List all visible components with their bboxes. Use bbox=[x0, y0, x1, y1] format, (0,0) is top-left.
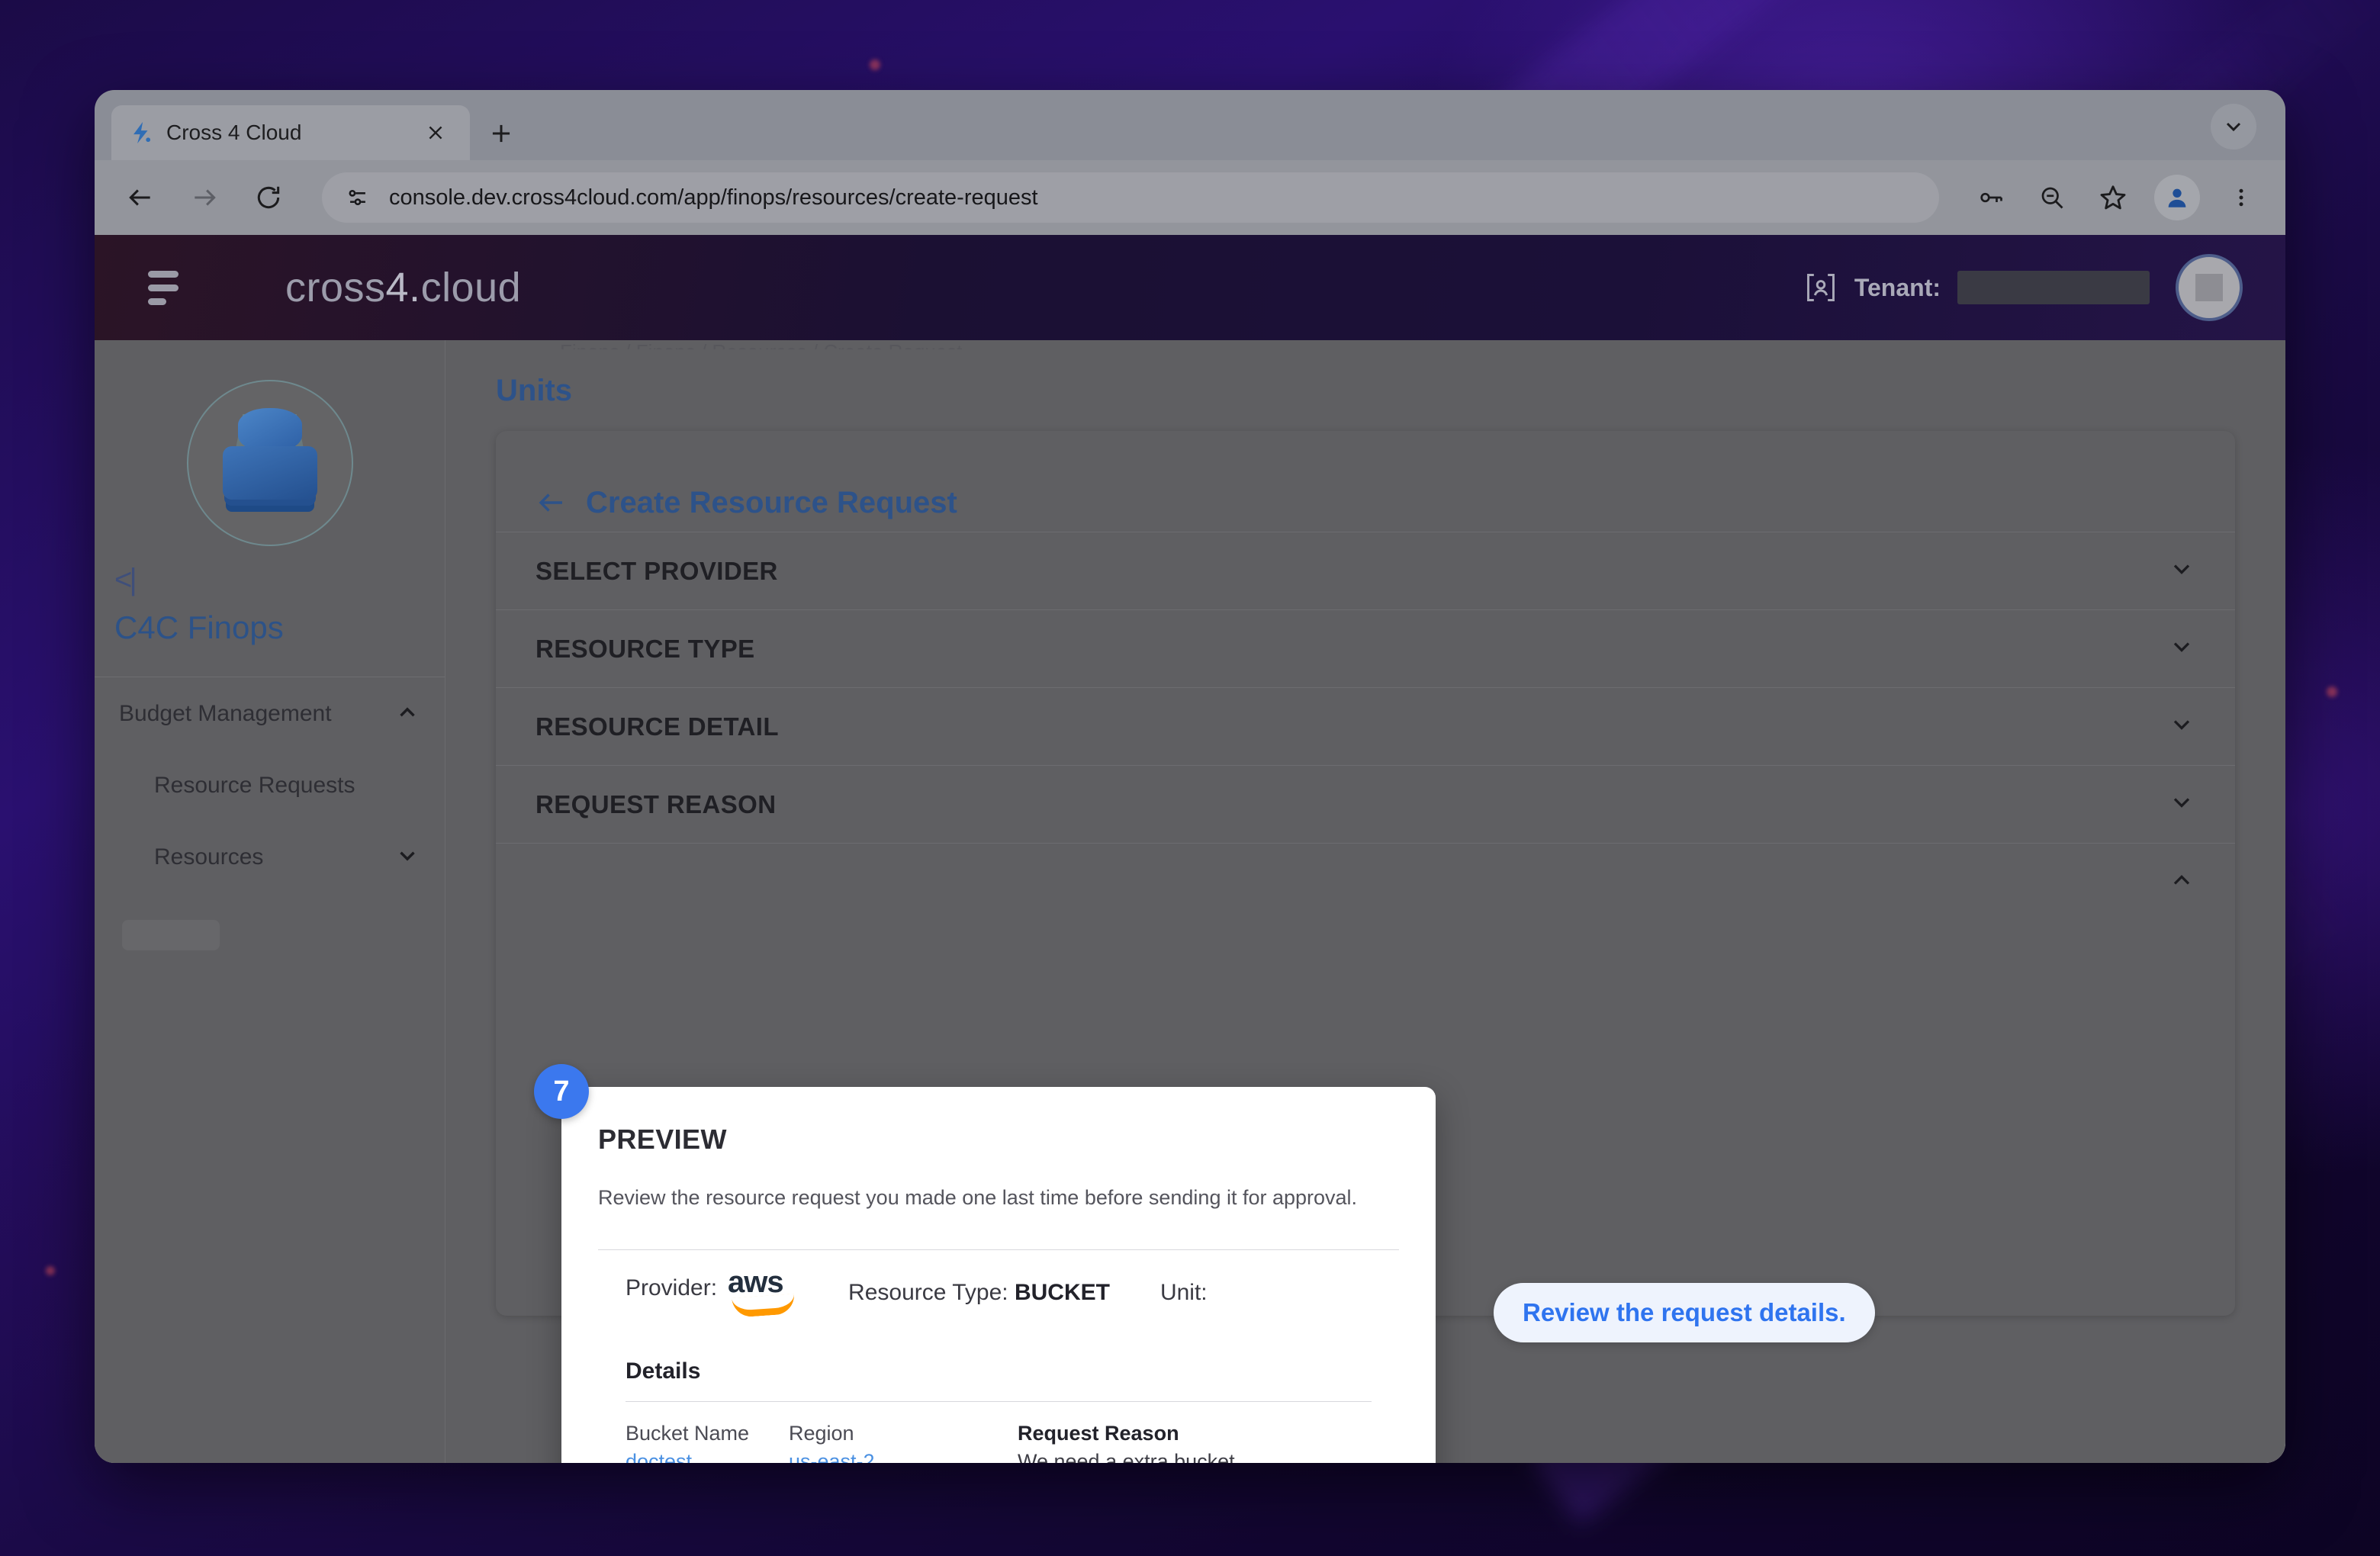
preview-heading: PREVIEW bbox=[598, 1124, 727, 1155]
sidebar-item-label: Resource Requests bbox=[154, 773, 355, 798]
arrow-left-icon[interactable] bbox=[119, 176, 162, 219]
accordion-resource-detail[interactable]: RESOURCE DETAIL bbox=[496, 687, 2235, 765]
accordion-request-reason[interactable]: REQUEST REASON bbox=[496, 765, 2235, 843]
field-value-bucket-name: doctest bbox=[626, 1450, 693, 1463]
reload-icon[interactable] bbox=[247, 176, 290, 219]
tab-title: Cross 4 Cloud bbox=[166, 121, 302, 144]
zoom-out-icon[interactable] bbox=[2032, 178, 2072, 217]
chevron-up-icon[interactable] bbox=[2168, 866, 2195, 898]
arrow-left-icon[interactable] bbox=[536, 487, 568, 519]
wallpaper-dot bbox=[46, 1266, 55, 1275]
browser-tab[interactable]: Cross 4 Cloud bbox=[111, 105, 470, 160]
header-right: Tenant: bbox=[1804, 254, 2243, 321]
user-avatar-icon[interactable] bbox=[2176, 254, 2243, 321]
sidebar-item-label: Budget Management bbox=[119, 701, 332, 726]
page-viewport: cross4.cloud Tenant: Finops / bbox=[95, 235, 2285, 1463]
sidebar-item-resource-requests[interactable]: Resource Requests bbox=[95, 751, 445, 821]
resource-type-value: BUCKET bbox=[1014, 1280, 1110, 1305]
wallpaper-dot bbox=[2327, 686, 2337, 697]
brand-pre: cross bbox=[285, 265, 386, 310]
three-dot-menu-icon[interactable] bbox=[2221, 178, 2261, 217]
accordion-label: RESOURCE DETAIL bbox=[536, 712, 779, 741]
chevron-down-icon[interactable] bbox=[2168, 555, 2195, 587]
tenant-id-card-icon bbox=[1804, 271, 1838, 304]
aws-wordmark: aws bbox=[728, 1265, 784, 1299]
accordion-label: SELECT PROVIDER bbox=[536, 556, 778, 585]
chevron-down-icon[interactable] bbox=[2168, 633, 2195, 664]
close-icon[interactable] bbox=[418, 115, 453, 150]
accordion-label: REQUEST REASON bbox=[536, 789, 777, 818]
profile-icon[interactable] bbox=[2154, 175, 2200, 220]
accordion-preview[interactable]: PREVIEW bbox=[496, 843, 2235, 921]
app-header: cross4.cloud Tenant: bbox=[95, 235, 2285, 340]
details-title: Details bbox=[626, 1358, 701, 1384]
chevron-down-icon[interactable] bbox=[2168, 711, 2195, 742]
sidebar-item-resources[interactable]: Resources bbox=[95, 821, 445, 894]
page-title: Units bbox=[496, 374, 572, 407]
site-settings-icon[interactable] bbox=[345, 185, 371, 211]
address-bar[interactable]: console.dev.cross4cloud.com/app/finops/r… bbox=[322, 172, 1939, 223]
wallpaper-dot bbox=[870, 59, 880, 70]
browser-toolbar: console.dev.cross4cloud.com/app/finops/r… bbox=[95, 160, 2285, 235]
field-label-request-reason: Request Reason bbox=[1018, 1422, 1179, 1445]
unit-field: Unit: bbox=[1160, 1280, 1208, 1306]
step-badge: 7 bbox=[534, 1064, 589, 1119]
chevron-down-icon[interactable] bbox=[394, 843, 420, 873]
resource-type-field: Resource Type: BUCKET bbox=[848, 1280, 1110, 1306]
illustration-cube bbox=[222, 445, 317, 500]
password-key-icon[interactable] bbox=[1971, 178, 2011, 217]
preview-subtitle: Review the resource request you made one… bbox=[598, 1186, 1358, 1209]
sidebar-item-label: Resources bbox=[154, 844, 264, 870]
field-label-region: Region bbox=[789, 1422, 854, 1445]
accordion-resource-type[interactable]: RESOURCE TYPE bbox=[496, 609, 2235, 687]
details-column-middle: Region us-east-2 bbox=[789, 1422, 1018, 1463]
preview-panel: 7 PREVIEW Review the resource request yo… bbox=[534, 1064, 1436, 1463]
details-column-right: Request Reason We need a extra bucket. bbox=[1018, 1422, 1240, 1463]
sidebar-item-budget-management[interactable]: Budget Management bbox=[95, 677, 445, 751]
arrow-right-icon[interactable] bbox=[183, 176, 226, 219]
aws-smile bbox=[732, 1294, 796, 1318]
cross4cloud-bolt-icon bbox=[128, 120, 154, 146]
tenant-label: Tenant: bbox=[1854, 273, 1941, 301]
url-text[interactable]: console.dev.cross4cloud.com/app/finops/r… bbox=[389, 185, 1038, 211]
card-header: Create Resource Request bbox=[496, 431, 2235, 532]
collapse-sidebar-icon[interactable]: <| bbox=[114, 563, 445, 597]
details-grid: Bucket Name doctest Life Cycle DEEP_ARCH… bbox=[598, 1402, 1399, 1463]
chevron-down-icon[interactable] bbox=[2168, 789, 2195, 820]
preview-meta-row: Provider: aws Resource Type: BUCKET Unit… bbox=[598, 1250, 1399, 1318]
tenant-value-redacted bbox=[1957, 271, 2150, 304]
card-title: Create Resource Request bbox=[586, 485, 957, 519]
sidebar-placeholder-button[interactable] bbox=[122, 920, 220, 950]
tenant-selector[interactable]: Tenant: bbox=[1804, 271, 2150, 304]
provider-field: Provider: aws bbox=[626, 1265, 801, 1318]
accordion-label: RESOURCE TYPE bbox=[536, 634, 755, 663]
browser-window: Cross 4 Cloud console.dev.cross4cloud.co… bbox=[95, 90, 2285, 1463]
accordion-select-provider[interactable]: SELECT PROVIDER bbox=[496, 532, 2235, 609]
sidebar-title: C4C Finops bbox=[114, 609, 284, 645]
unit-label: Unit: bbox=[1159, 1280, 1208, 1305]
aws-logo-icon: aws bbox=[728, 1265, 801, 1318]
bookmark-star-icon[interactable] bbox=[2093, 178, 2133, 217]
sidebar: <| C4C Finops Budget Management Resource… bbox=[95, 340, 445, 1463]
field-value-request-reason: We need a extra bucket. bbox=[1018, 1450, 1241, 1463]
resource-type-label: Resource Type: bbox=[848, 1280, 1008, 1305]
provider-label: Provider: bbox=[626, 1275, 718, 1300]
finops-bucket-illustration bbox=[186, 380, 353, 546]
chevron-down-icon[interactable] bbox=[2211, 104, 2256, 149]
tab-strip: Cross 4 Cloud bbox=[95, 90, 2285, 160]
brand-logo: cross4.cloud bbox=[285, 264, 521, 311]
details-column-left: Bucket Name doctest Life Cycle DEEP_ARCH… bbox=[626, 1422, 789, 1463]
field-label-bucket-name: Bucket Name bbox=[626, 1422, 750, 1445]
field-value-region: us-east-2 bbox=[789, 1450, 875, 1463]
chevron-up-icon[interactable] bbox=[394, 699, 420, 729]
brand-four: 4. bbox=[385, 265, 421, 310]
new-tab-button[interactable] bbox=[484, 116, 519, 151]
callout-review-details: Review the request details. bbox=[1494, 1283, 1875, 1342]
hamburger-menu-icon[interactable] bbox=[137, 270, 186, 305]
brand-post: cloud bbox=[420, 265, 522, 310]
